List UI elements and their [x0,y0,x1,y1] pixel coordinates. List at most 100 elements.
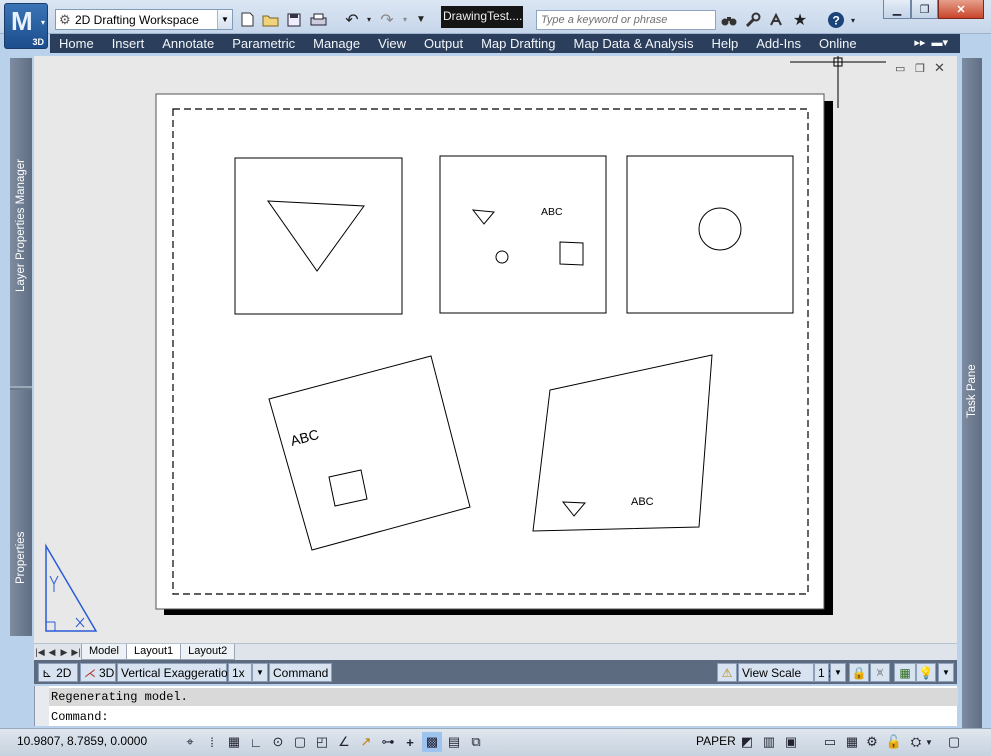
chevron-down-icon[interactable]: ▾ [400,10,410,29]
drawing-canvas[interactable]: ABC ABC ABC ▭ ❐ ✕ [34,56,957,643]
toolbar-lock-icon[interactable]: 🔓 [884,732,904,752]
chevron-down-icon[interactable]: ▼ [217,10,232,29]
polar-tracking-icon[interactable]: ⊙ [268,732,288,752]
view-scale-value[interactable]: 1 : 1 [814,663,841,682]
command-button[interactable]: Command [269,663,332,682]
layer-properties-label: Layer Properties Manager [15,159,27,292]
task-pane-tab[interactable]: Task Pane [962,58,982,728]
annotation-scale-icon[interactable]: ⩙ [870,663,890,682]
object-snap-icon[interactable]: ▢ [290,732,310,752]
menu-home[interactable]: Home [50,36,103,51]
binoculars-icon[interactable] [719,10,739,30]
dynamic-ucs-icon[interactable]: ↗ [356,732,376,752]
menu-view[interactable]: View [369,36,415,51]
menu-overflow-icon[interactable]: ▸▸ ▬▾ [914,36,948,49]
ortho-mode-icon[interactable]: ∟ [246,732,266,752]
application-menu-button[interactable]: M ▾ 3D [4,3,48,49]
command-prompt[interactable]: Command: [49,710,109,724]
print-icon[interactable] [308,10,328,29]
new-file-icon[interactable] [238,10,256,29]
tab-layout1[interactable]: Layout1 [125,644,182,660]
minimize-button[interactable]: ▁ [883,0,911,19]
menu-output[interactable]: Output [415,36,472,51]
prev-tab-icon[interactable]: ◀ [46,647,58,658]
viewport-scale-icon[interactable]: ▦ [842,732,862,752]
wrench-icon[interactable] [743,10,763,30]
snap-mode-icon[interactable]: ⁞ [202,732,222,752]
viewport-close-icon[interactable]: ✕ [934,60,945,76]
lineweight-icon[interactable]: + [400,732,420,752]
chevron-down-icon[interactable]: ▼ [830,663,846,682]
dynamic-input-icon[interactable]: ⊶ [378,732,398,752]
vertical-exaggeration-value[interactable]: 1x [228,663,252,682]
first-tab-icon[interactable]: |◀ [34,647,46,658]
coordinate-readout[interactable]: 10.9807, 8.7859, 0.0000 [17,734,147,748]
workspace-switching-icon[interactable]: ⚙ [862,732,882,752]
command-line-panel: Regenerating model. Command: [34,686,958,726]
quick-properties-icon[interactable]: ▤ [444,732,464,752]
chevron-down-icon[interactable]: ▾ [848,10,858,30]
quick-view-layouts-icon[interactable]: ◩ [737,732,757,752]
menu-manage[interactable]: Manage [304,36,369,51]
chevron-down-icon[interactable]: ▼ [938,663,954,682]
menu-parametric[interactable]: Parametric [223,36,304,51]
view-3d-button[interactable]: ⋌ 3D [80,663,116,682]
chevron-down-icon[interactable]: ▼ [924,732,934,752]
layer-properties-panel-tab[interactable]: Layer Properties Manager [10,58,32,388]
infer-constraints-icon[interactable]: ⌖ [180,732,200,752]
grid-display-icon[interactable]: ▦ [224,732,244,752]
open-folder-icon[interactable] [260,10,280,29]
menu-add-ins[interactable]: Add-Ins [747,36,810,51]
app-mode-label: 3D [32,37,44,47]
selection-cycling-icon[interactable]: ⧉ [466,732,486,752]
maximize-viewport-icon[interactable]: ▭ [820,732,840,752]
svg-text:?: ? [833,14,840,28]
menu-online[interactable]: Online [810,36,866,51]
workspace-selector[interactable]: ⚙ 2D Drafting Workspace ▼ [55,9,233,30]
close-button[interactable]: ✕ [938,0,984,19]
menu-map-data-analysis[interactable]: Map Data & Analysis [565,36,703,51]
undo-icon[interactable]: ↶ [342,10,362,29]
viewport-minimize-icon[interactable]: ▭ [895,62,905,75]
favorites-star-icon[interactable]: ★ [790,10,810,30]
menu-help[interactable]: Help [702,36,747,51]
lock-icon[interactable]: 🔒 [849,663,869,682]
vertical-exaggeration-label: Vertical Exaggeration: [117,663,238,682]
chevron-down-icon[interactable]: ▾ [364,10,374,29]
warning-icon[interactable]: ⚠ [717,663,737,682]
layout-sheet[interactable]: ABC ABC ABC [34,56,957,643]
document-title: DrawingTest.... [441,6,523,28]
drawing-status-icon[interactable]: ▣ [781,732,801,752]
gear-icon: ⚙ [59,11,71,27]
menu-insert[interactable]: Insert [103,36,154,51]
lightbulb-icon[interactable]: 💡 [916,663,936,682]
maximize-button[interactable]: ❐ [911,0,938,19]
help-icon[interactable]: ? [826,10,846,30]
communication-center-icon[interactable] [766,10,786,30]
quick-view-drawings-icon[interactable]: ▥ [759,732,779,752]
redo-icon[interactable]: ↷ [377,10,397,29]
properties-panel-tab[interactable]: Properties [10,390,32,636]
properties-label: Properties [15,531,27,584]
next-tab-icon[interactable]: ▶ [58,647,70,658]
object-snap-tracking-icon[interactable]: ∠ [334,732,354,752]
map-layers-icon[interactable]: ▦ [894,663,916,682]
clean-screen-icon[interactable]: ▢ [944,732,964,752]
axis-2d-icon: ⊾ [42,665,53,680]
search-input[interactable]: Type a keyword or phrase [536,10,716,30]
view-2d-button[interactable]: ⊾ 2D [38,663,78,682]
save-icon[interactable] [285,10,303,29]
paper-space-toggle[interactable]: PAPER [696,734,736,748]
menu-annotate[interactable]: Annotate [153,36,223,51]
view-3d-label: 3D [99,665,115,680]
tab-layout2[interactable]: Layout2 [180,644,236,660]
tab-model[interactable]: Model [81,644,127,660]
menu-map-drafting[interactable]: Map Drafting [472,36,564,51]
hardware-acceleration-icon[interactable]: ⛭ [906,732,926,752]
viewport-restore-icon[interactable]: ❐ [915,62,925,75]
transparency-icon[interactable]: ▩ [422,732,442,752]
3d-object-snap-icon[interactable]: ◰ [312,732,332,752]
chevron-down-icon[interactable]: ▼ [252,663,268,682]
command-line-grip[interactable] [35,686,49,726]
customize-toolbar-icon[interactable]: ▼ [414,10,428,29]
